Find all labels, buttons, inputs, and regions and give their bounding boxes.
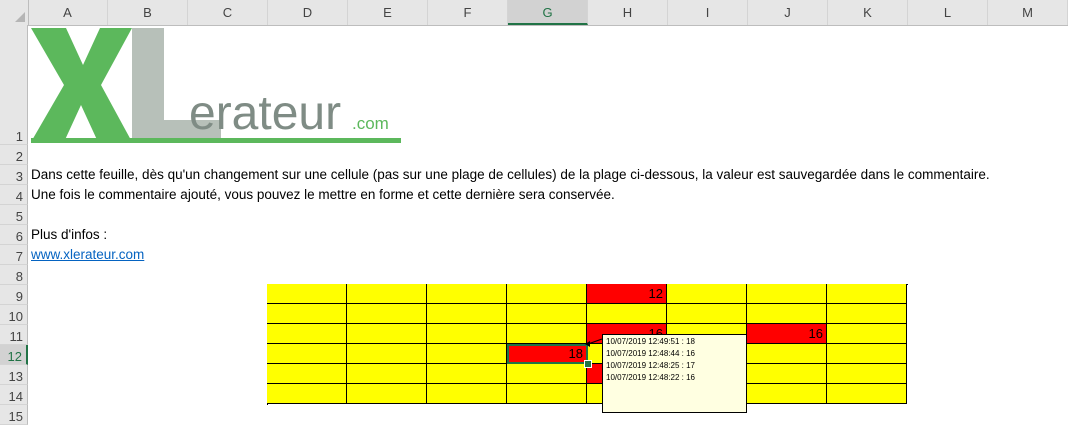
column-header-a[interactable]: A <box>28 0 108 25</box>
range-cell[interactable] <box>427 344 507 364</box>
row-header-4[interactable]: 4 <box>0 185 28 205</box>
active-cell-selection[interactable] <box>507 344 588 364</box>
range-cell[interactable] <box>267 384 347 404</box>
range-cell[interactable] <box>347 304 427 324</box>
range-cell[interactable] <box>827 344 907 364</box>
range-cell[interactable] <box>507 364 587 384</box>
column-header-b[interactable]: B <box>108 0 188 25</box>
range-cell[interactable] <box>267 364 347 384</box>
range-cell[interactable] <box>747 304 827 324</box>
range-cell[interactable] <box>347 324 427 344</box>
row-header-15[interactable]: 15 <box>0 405 28 425</box>
range-cell[interactable] <box>267 284 347 304</box>
column-header-j[interactable]: J <box>748 0 828 25</box>
range-cell[interactable] <box>347 364 427 384</box>
cell-comment-box[interactable]: 10/07/2019 12:49:51 : 18 10/07/2019 12:48… <box>602 334 747 413</box>
column-header-g[interactable]: G <box>508 0 588 25</box>
column-header-e[interactable]: E <box>348 0 428 25</box>
column-header-l[interactable]: L <box>908 0 988 25</box>
range-cell[interactable] <box>827 324 907 344</box>
range-cell[interactable] <box>747 344 827 364</box>
row-header-5[interactable]: 5 <box>0 205 28 225</box>
column-header-i[interactable]: I <box>668 0 748 25</box>
range-cell[interactable] <box>267 324 347 344</box>
range-cell[interactable] <box>507 284 587 304</box>
range-cell[interactable] <box>427 324 507 344</box>
range-cell[interactable] <box>827 364 907 384</box>
comment-line: 10/07/2019 12:48:44 : 16 <box>606 349 695 358</box>
range-cell[interactable] <box>347 284 427 304</box>
range-cell[interactable] <box>667 284 747 304</box>
range-cell[interactable] <box>427 284 507 304</box>
comment-line: 10/07/2019 12:48:22 : 16 <box>606 373 695 382</box>
range-cell[interactable]: 12 <box>587 284 667 304</box>
range-cell[interactable] <box>427 384 507 404</box>
range-cell[interactable] <box>347 344 427 364</box>
comment-line: 10/07/2019 12:48:25 : 17 <box>606 361 695 370</box>
svg-text:erateur: erateur <box>189 87 341 140</box>
column-header-m[interactable]: M <box>988 0 1068 25</box>
range-cell[interactable] <box>827 304 907 324</box>
range-cell[interactable] <box>747 284 827 304</box>
range-cell[interactable] <box>507 324 587 344</box>
column-header-f[interactable]: F <box>428 0 508 25</box>
column-header-c[interactable]: C <box>188 0 268 25</box>
svg-text:.com: .com <box>352 114 389 133</box>
xlerateur-logo: erateur .com <box>31 28 401 143</box>
column-header-h[interactable]: H <box>588 0 668 25</box>
select-all-button[interactable] <box>0 0 29 25</box>
description-line-2: Une fois le commentaire ajouté, vous pou… <box>31 187 615 202</box>
range-cell[interactable] <box>347 384 427 404</box>
row-header-3[interactable]: 3 <box>0 165 28 185</box>
range-cell[interactable] <box>827 384 907 404</box>
column-header-d[interactable]: D <box>268 0 348 25</box>
row-header-11[interactable]: 11 <box>0 325 28 345</box>
range-cell[interactable] <box>507 304 587 324</box>
range-cell[interactable] <box>667 304 747 324</box>
fill-handle[interactable] <box>584 360 592 368</box>
range-cell[interactable] <box>267 304 347 324</box>
select-all-triangle-icon <box>15 12 25 22</box>
row-header-8[interactable]: 8 <box>0 265 28 285</box>
range-cell[interactable] <box>507 384 587 404</box>
range-cell[interactable]: 16 <box>747 324 827 344</box>
row-header-6[interactable]: 6 <box>0 225 28 245</box>
range-cell[interactable] <box>427 364 507 384</box>
row-header-10[interactable]: 10 <box>0 305 28 325</box>
more-info-label: Plus d'infos : <box>31 227 108 242</box>
range-cell[interactable] <box>747 364 827 384</box>
website-link[interactable]: www.xlerateur.com <box>31 247 144 262</box>
comment-line: 10/07/2019 12:49:51 : 18 <box>606 337 695 346</box>
row-header-14[interactable]: 14 <box>0 385 28 405</box>
range-cell[interactable] <box>587 304 667 324</box>
row-header-9[interactable]: 9 <box>0 285 28 305</box>
row-header-12[interactable]: 12 <box>0 345 28 365</box>
row-header-13[interactable]: 13 <box>0 365 28 385</box>
range-cell[interactable] <box>747 384 827 404</box>
row-header-2[interactable]: 2 <box>0 145 28 165</box>
row-header-7[interactable]: 7 <box>0 245 28 265</box>
range-cell[interactable] <box>427 304 507 324</box>
range-cell[interactable] <box>827 284 907 304</box>
row-header-1[interactable]: 1 <box>0 25 28 145</box>
description-line-1: Dans cette feuille, dès qu'un changement… <box>31 167 990 182</box>
range-cell[interactable] <box>267 344 347 364</box>
column-header-k[interactable]: K <box>828 0 908 25</box>
